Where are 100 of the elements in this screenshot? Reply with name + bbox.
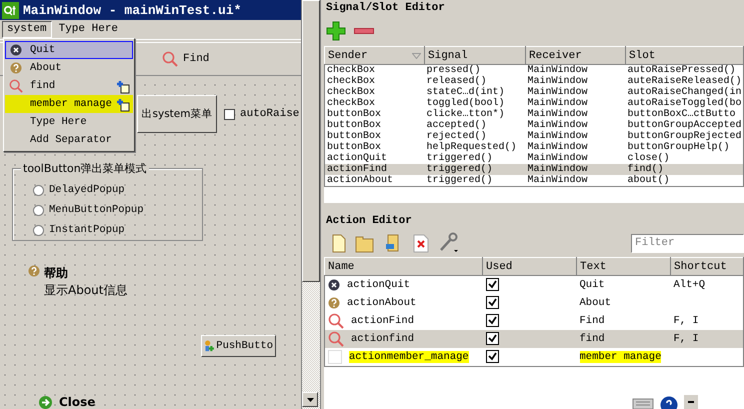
table-cell: checkBox bbox=[324, 76, 424, 87]
column-header[interactable]: Used bbox=[482, 258, 576, 276]
checkbox[interactable] bbox=[224, 108, 235, 120]
radio-label: InstantPopup bbox=[49, 223, 125, 237]
person-add-icon bbox=[204, 338, 214, 354]
scrollbar[interactable] bbox=[301, 0, 320, 409]
radio-label: MenuButtonPopup bbox=[49, 203, 144, 217]
table-cell-text: toggled(bool) bbox=[426, 98, 506, 109]
checkbox[interactable] bbox=[486, 278, 498, 290]
checkbox[interactable] bbox=[486, 314, 498, 326]
filter-field[interactable]: Filter bbox=[631, 234, 744, 252]
app-logo-icon bbox=[2, 2, 19, 18]
table-cell: triggered() bbox=[424, 164, 526, 175]
table-cell: buttonGroupHelp() bbox=[626, 142, 744, 153]
action-name: actionAbout bbox=[347, 297, 416, 309]
new-file-icon[interactable] bbox=[332, 233, 346, 253]
column-header[interactable]: Sender bbox=[324, 46, 424, 64]
help-icon[interactable] bbox=[660, 395, 678, 409]
menu-item[interactable]: About bbox=[5, 59, 133, 77]
table-cell: buttonBox bbox=[324, 142, 424, 153]
table-cell: buttonBox bbox=[324, 109, 424, 120]
help-title: 帮助 bbox=[44, 265, 69, 282]
menu-item[interactable]: Add Separator bbox=[5, 131, 133, 149]
table-cell-text: accepted() bbox=[426, 120, 488, 131]
add-widget-icon bbox=[116, 80, 130, 94]
menu-push-button[interactable]: 出system菜单 bbox=[137, 95, 217, 133]
table-cell: MainWindow bbox=[526, 153, 626, 164]
magnifier-icon bbox=[9, 78, 23, 94]
keyboard-icon[interactable] bbox=[632, 397, 654, 409]
wrench-icon[interactable] bbox=[438, 232, 460, 254]
magnifier-icon bbox=[328, 331, 344, 347]
menu-bar-item[interactable]: Type Here bbox=[54, 21, 124, 38]
table-cell-text: MainWindow bbox=[526, 109, 589, 120]
table-cell: find bbox=[580, 333, 605, 345]
table-cell: F, I bbox=[670, 330, 744, 348]
help-text: 显示About信息 bbox=[44, 282, 128, 299]
table-cell: buttonBox bbox=[324, 131, 424, 142]
table-cell: about() bbox=[626, 175, 744, 186]
push-button[interactable]: PushButto bbox=[201, 335, 276, 357]
table-cell-text: buttonGroupRejected bbox=[626, 131, 743, 142]
menu-item[interactable]: find bbox=[5, 77, 133, 95]
table-cell: checkBox bbox=[324, 64, 424, 76]
menu-item[interactable]: member manage bbox=[5, 95, 133, 113]
column-header[interactable]: Shortcut bbox=[670, 258, 744, 276]
table-cell: actionAbout bbox=[324, 175, 424, 186]
checkbox[interactable] bbox=[486, 296, 498, 308]
table-cell: Alt+Q bbox=[670, 276, 744, 294]
add-widget-icon bbox=[116, 98, 130, 112]
radio-button[interactable] bbox=[33, 224, 44, 236]
table-cell: Quit bbox=[580, 279, 605, 291]
close-circle-icon bbox=[9, 44, 23, 56]
sort-icon bbox=[412, 52, 421, 58]
table-cell: rejected() bbox=[424, 131, 526, 142]
table-cell-text: auteRaiseReleased() bbox=[626, 76, 743, 87]
table-cell-text: MainWindow bbox=[526, 120, 589, 131]
table-cell: member manage bbox=[580, 351, 662, 363]
table-cell-text: clicke…tton*) bbox=[426, 109, 506, 120]
radio-button[interactable] bbox=[33, 204, 44, 216]
menu-bar-item[interactable]: system bbox=[2, 21, 52, 38]
table-cell: triggered() bbox=[424, 153, 526, 164]
radio-label: DelayedPopup bbox=[49, 183, 125, 197]
table-cell: About bbox=[580, 297, 612, 309]
table-cell: find() bbox=[626, 164, 744, 175]
table-cell: checkBox bbox=[324, 98, 424, 109]
column-header[interactable]: Slot bbox=[626, 46, 744, 64]
checkbox-label: autoRaise bbox=[240, 108, 300, 120]
table-cell: triggered() bbox=[424, 175, 526, 186]
checkbox[interactable] bbox=[486, 350, 498, 362]
table-cell-text: buttonGroupAccepted bbox=[626, 120, 743, 131]
magnifier-icon bbox=[162, 51, 178, 67]
action-name: actionQuit bbox=[347, 279, 410, 291]
menu-item[interactable]: Type Here bbox=[5, 113, 133, 131]
arrow-circle-icon bbox=[39, 396, 52, 408]
empty-icon bbox=[328, 350, 342, 364]
table-cell-text: autoRaiseToggled(bo bbox=[626, 98, 743, 109]
help-icon bbox=[9, 62, 23, 74]
table-cell: actionQuit bbox=[324, 153, 424, 164]
table-cell: buttonBoxC…ctButto bbox=[626, 109, 744, 120]
column-header[interactable]: Text bbox=[576, 258, 670, 276]
add-icon[interactable] bbox=[326, 21, 346, 41]
column-header[interactable]: Signal bbox=[424, 46, 526, 64]
column-header[interactable]: Name bbox=[324, 258, 482, 276]
minimize-icon[interactable] bbox=[684, 395, 698, 409]
table-cell: close() bbox=[626, 153, 744, 164]
menu-item[interactable]: Quit bbox=[5, 41, 133, 59]
down-arrow-icon[interactable] bbox=[306, 398, 314, 402]
close-label[interactable]: Close bbox=[59, 395, 96, 409]
checkbox[interactable] bbox=[486, 332, 498, 344]
column-header[interactable]: Receiver bbox=[526, 46, 626, 64]
table-cell: MainWindow bbox=[526, 164, 626, 175]
panel-title: Action Editor bbox=[325, 214, 413, 229]
radio-button[interactable] bbox=[33, 184, 44, 196]
table-cell: autoRaisePressed() bbox=[626, 64, 744, 76]
delete-icon[interactable] bbox=[413, 233, 429, 253]
table-cell-text: MainWindow bbox=[526, 76, 589, 87]
close-circle-icon bbox=[328, 279, 340, 291]
help-icon bbox=[28, 265, 40, 277]
table-cell: Find bbox=[580, 315, 605, 327]
table-cell: checkBox bbox=[324, 87, 424, 98]
toolbar-button[interactable]: Find bbox=[162, 51, 210, 67]
